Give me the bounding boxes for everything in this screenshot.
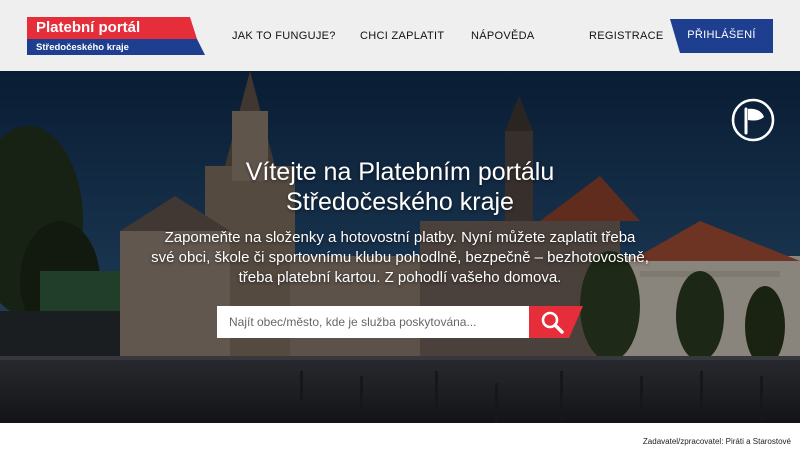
- search-button[interactable]: [529, 306, 583, 338]
- nav-help[interactable]: NÁPOVĚDA: [471, 30, 535, 42]
- nav-how-it-works[interactable]: JAK TO FUNGUJE?: [232, 30, 336, 42]
- hero-lead-line: Zapomeňte na složenky a hotovostní platb…: [164, 229, 636, 246]
- hero-title: Vítejte na Platebním portálu Středočeské…: [150, 157, 650, 217]
- search-input[interactable]: [217, 306, 529, 338]
- register-link[interactable]: REGISTRACE: [589, 30, 664, 42]
- hero-title-line: Vítejte na Platebním portálu: [245, 158, 555, 186]
- logo-title: Platební portál: [36, 19, 141, 36]
- site-header: Platební portál Středočeského kraje JAK …: [0, 0, 800, 71]
- hero-lead-line: třeba platební kartou. Z pohodlí vašeho …: [238, 269, 562, 286]
- hero-title-line: Středočeského kraje: [286, 188, 514, 216]
- search-icon: [529, 306, 583, 338]
- site-logo[interactable]: Platební portál Středočeského kraje: [27, 17, 205, 55]
- hero-lead-line: své obci, škole či sportovnímu klubu poh…: [151, 249, 649, 266]
- login-button[interactable]: PŘIHLÁŠENÍ: [670, 19, 773, 53]
- login-button-label: PŘIHLÁŠENÍ: [687, 29, 756, 41]
- hero-lead: Zapomeňte na složenky a hotovostní platb…: [120, 228, 680, 288]
- pirate-flag-icon[interactable]: [731, 98, 775, 142]
- nav-pay[interactable]: CHCI ZAPLATIT: [360, 30, 444, 42]
- footer-credit: Zadavatel/zpracovatel: Piráti a Starosto…: [642, 437, 791, 446]
- logo-subtitle: Středočeského kraje: [36, 42, 129, 53]
- hero-section: Vítejte na Platebním portálu Středočeské…: [0, 71, 800, 423]
